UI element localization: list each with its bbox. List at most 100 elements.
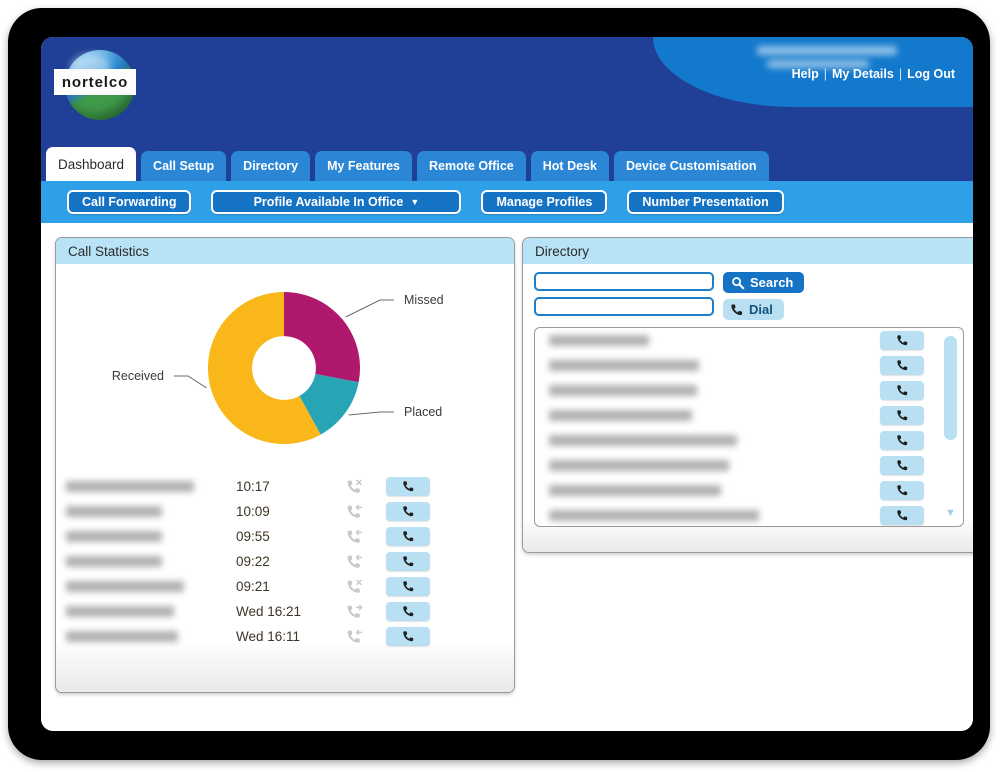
call-received-icon bbox=[347, 504, 363, 518]
call-type-received bbox=[346, 554, 386, 570]
call-missed-icon bbox=[347, 479, 362, 493]
phone-handset-icon bbox=[896, 510, 907, 521]
directory-entry-text-redacted bbox=[549, 510, 759, 521]
recent-calls-list: 10:17 10:09 09:55 09:22 09:21 Wed 16:21 Wed 16… bbox=[56, 474, 514, 649]
directory-row[interactable] bbox=[535, 478, 963, 503]
directory-entry-text-redacted bbox=[549, 385, 697, 396]
phone-handset-icon bbox=[731, 303, 743, 315]
my-details-link[interactable]: My Details bbox=[832, 67, 894, 81]
call-received-icon bbox=[347, 529, 363, 543]
directory-row-dial-button[interactable] bbox=[880, 356, 924, 375]
directory-search-button-label: Search bbox=[750, 275, 794, 290]
tab-remote-office[interactable]: Remote Office bbox=[417, 151, 526, 181]
directory-body: Search Dial ▼ bbox=[523, 264, 973, 552]
directory-row-dial-button[interactable] bbox=[880, 331, 924, 350]
phone-handset-icon bbox=[896, 485, 907, 496]
app-header: nortelco Help | My Details | Log Out Dashboa… bbox=[41, 37, 973, 181]
call-contact-name-redacted bbox=[66, 581, 184, 592]
link-separator-1: | bbox=[823, 67, 827, 81]
directory-dial-button-label: Dial bbox=[749, 302, 773, 317]
log-out-link[interactable]: Log Out bbox=[907, 67, 955, 81]
directory-row-dial-button[interactable] bbox=[880, 406, 924, 425]
directory-row[interactable] bbox=[535, 453, 963, 478]
call-back-button[interactable] bbox=[386, 602, 430, 621]
phone-handset-icon bbox=[402, 556, 413, 567]
tab-device-customisation[interactable]: Device Customisation bbox=[613, 151, 769, 181]
call-received-icon bbox=[347, 629, 363, 643]
directory-row[interactable] bbox=[535, 378, 963, 403]
call-contact-name-redacted bbox=[66, 481, 194, 492]
phone-handset-icon bbox=[402, 531, 413, 542]
call-list-row[interactable]: 10:17 bbox=[56, 474, 514, 499]
directory-row-dial-button[interactable] bbox=[880, 381, 924, 400]
directory-row[interactable] bbox=[535, 428, 963, 453]
call-time: 09:55 bbox=[236, 529, 270, 544]
directory-results-list[interactable]: ▼ bbox=[534, 327, 964, 527]
phone-handset-icon bbox=[402, 506, 413, 517]
call-list-row[interactable]: Wed 16:11 bbox=[56, 624, 514, 649]
call-back-button[interactable] bbox=[386, 527, 430, 546]
call-placed-icon bbox=[347, 604, 363, 618]
directory-row-dial-button[interactable] bbox=[880, 431, 924, 450]
call-back-button[interactable] bbox=[386, 502, 430, 521]
call-back-button[interactable] bbox=[386, 477, 430, 496]
directory-input-group bbox=[534, 272, 714, 322]
directory-row[interactable] bbox=[535, 503, 963, 526]
call-time: 10:09 bbox=[236, 504, 270, 519]
profile-dropdown-label: Profile Available In Office bbox=[253, 195, 404, 209]
directory-panel: Directory Search Dial ▼ bbox=[522, 237, 973, 553]
call-list-row[interactable]: 09:55 bbox=[56, 524, 514, 549]
link-separator-2: | bbox=[898, 67, 903, 81]
donut-slice-missed bbox=[284, 292, 361, 383]
directory-search-button[interactable]: Search bbox=[723, 272, 805, 293]
directory-scrollbar[interactable]: ▼ bbox=[944, 336, 957, 520]
call-statistics-title: Call Statistics bbox=[56, 238, 514, 264]
call-back-button[interactable] bbox=[386, 577, 430, 596]
call-statistics-donut-chart: Received Missed Placed bbox=[56, 276, 514, 466]
directory-row-dial-button[interactable] bbox=[880, 481, 924, 500]
help-link[interactable]: Help bbox=[792, 67, 819, 81]
call-time: Wed 16:21 bbox=[236, 604, 302, 619]
call-contact-name-redacted bbox=[66, 631, 178, 642]
call-time: 10:17 bbox=[236, 479, 270, 494]
directory-search-input[interactable] bbox=[534, 272, 714, 291]
directory-entry-text-redacted bbox=[549, 335, 649, 346]
directory-dial-input[interactable] bbox=[534, 297, 714, 316]
directory-row-dial-button[interactable] bbox=[880, 456, 924, 475]
directory-row[interactable] bbox=[535, 403, 963, 428]
directory-entry-text-redacted bbox=[549, 360, 699, 371]
call-contact-name-redacted bbox=[66, 606, 174, 617]
tab-my-features[interactable]: My Features bbox=[315, 151, 413, 181]
directory-row[interactable] bbox=[535, 328, 963, 353]
call-time: 09:21 bbox=[236, 579, 270, 594]
call-back-button[interactable] bbox=[386, 552, 430, 571]
number-presentation-button[interactable]: Number Presentation bbox=[627, 190, 784, 214]
call-list-row[interactable]: Wed 16:21 bbox=[56, 599, 514, 624]
scroll-down-arrow-icon[interactable]: ▼ bbox=[944, 506, 957, 520]
call-list-row[interactable]: 10:09 bbox=[56, 499, 514, 524]
phone-handset-icon bbox=[896, 435, 907, 446]
tab-hot-desk[interactable]: Hot Desk bbox=[530, 151, 609, 181]
header-links: Help | My Details | Log Out bbox=[792, 67, 955, 81]
call-list-row[interactable]: 09:22 bbox=[56, 549, 514, 574]
directory-row[interactable] bbox=[535, 353, 963, 378]
directory-scrollbar-thumb[interactable] bbox=[944, 336, 957, 440]
call-type-missed bbox=[346, 479, 386, 495]
phone-handset-icon bbox=[896, 335, 907, 346]
call-forwarding-button[interactable]: Call Forwarding bbox=[67, 190, 192, 214]
call-missed-icon bbox=[347, 579, 362, 593]
donut-label-placed: Placed bbox=[404, 405, 442, 419]
profile-dropdown[interactable]: Profile Available In Office ▼ bbox=[211, 190, 462, 214]
tab-dashboard[interactable]: Dashboard bbox=[46, 147, 137, 181]
call-list-row[interactable]: 09:21 bbox=[56, 574, 514, 599]
manage-profiles-button[interactable]: Manage Profiles bbox=[481, 190, 608, 214]
directory-dial-button[interactable]: Dial bbox=[723, 299, 784, 320]
call-back-button[interactable] bbox=[386, 627, 430, 646]
directory-entry-text-redacted bbox=[549, 460, 729, 471]
tab-call-setup[interactable]: Call Setup bbox=[141, 151, 227, 181]
directory-row-dial-button[interactable] bbox=[880, 506, 924, 525]
call-statistics-body: Received Missed Placed 10:17 10:09 09:55 09:2… bbox=[56, 264, 514, 692]
call-contact-name-redacted bbox=[66, 556, 162, 567]
call-received-icon bbox=[347, 554, 363, 568]
tab-directory[interactable]: Directory bbox=[231, 151, 311, 181]
